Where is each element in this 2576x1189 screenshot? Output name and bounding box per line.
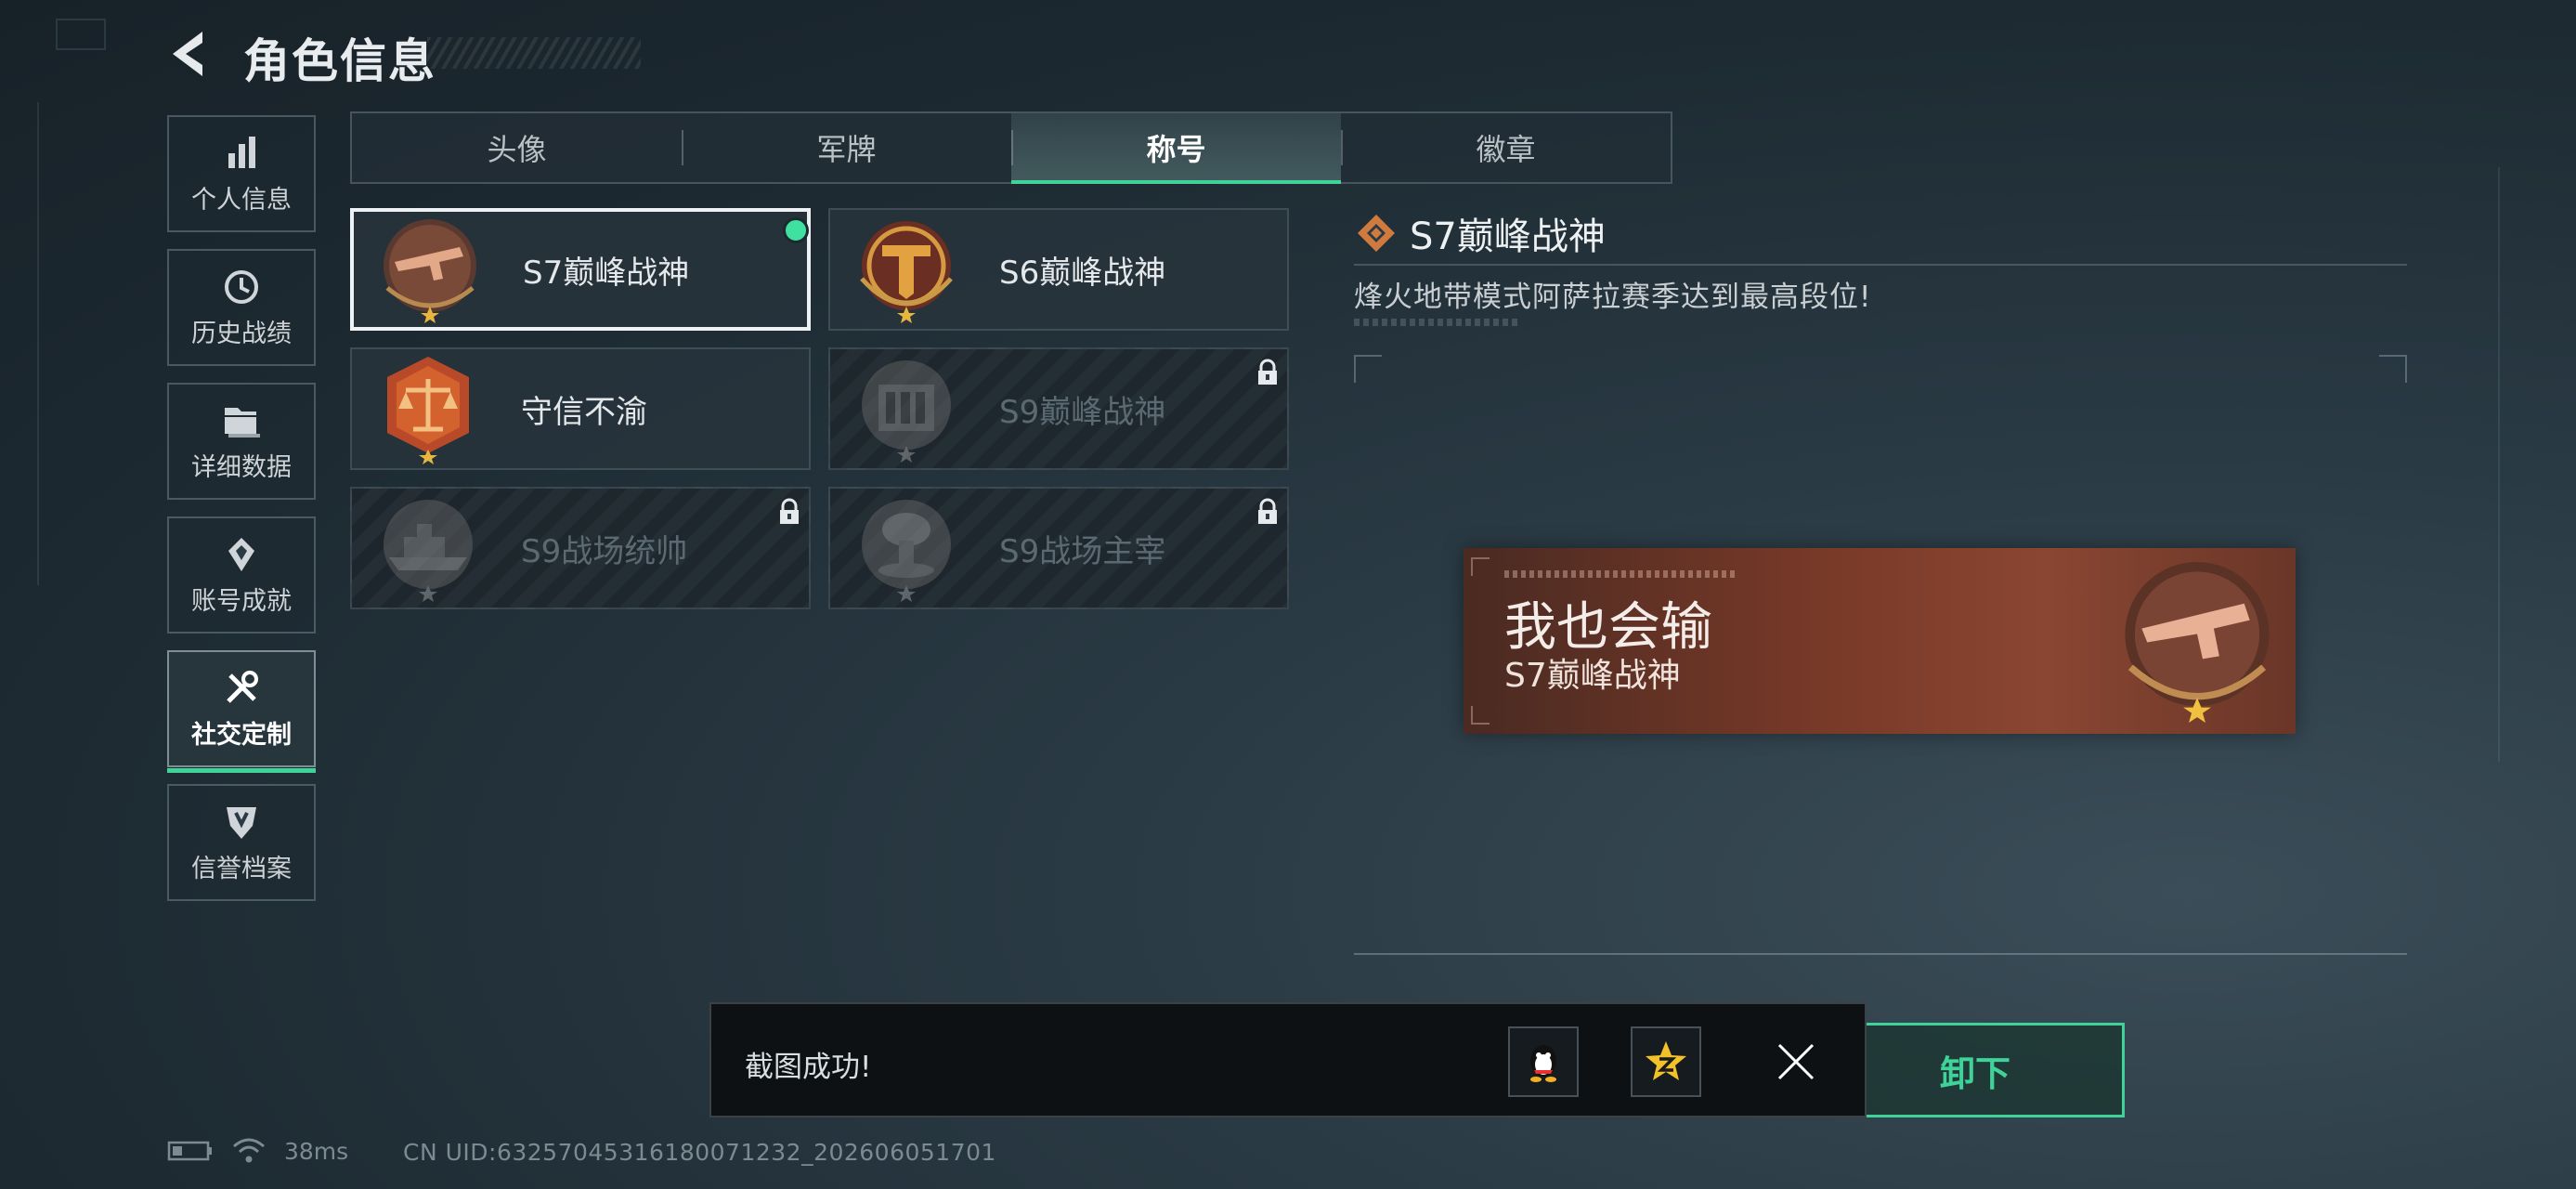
wifi-icon: [233, 1138, 265, 1163]
title-decoration: [427, 37, 641, 69]
share-qzone-button[interactable]: [1631, 1026, 1701, 1097]
detail-bottom-divider: [1354, 953, 2407, 955]
sidebar-item-label: 详细数据: [191, 452, 292, 482]
screenshot-toast: 截图成功!: [709, 1002, 1867, 1117]
qq-penguin-icon: [1530, 1045, 1556, 1082]
uid-label: CN UID:6325704531618007123​2_20260605170…: [403, 1139, 996, 1166]
sidebar-item-label: 历史战绩: [191, 319, 292, 348]
sidebar-item-social-custom[interactable]: 社交定制: [167, 650, 316, 773]
title-item-s7-peak[interactable]: S7巅峰战神: [350, 208, 811, 331]
preview-title: S7巅峰战神: [1504, 657, 1681, 695]
sidebar-item-personal-info[interactable]: 个人信息: [167, 115, 316, 232]
toast-message: 截图成功!: [745, 1051, 872, 1084]
back-arrow-icon[interactable]: [165, 28, 221, 80]
tab-dog-tag[interactable]: 军牌: [682, 113, 1011, 182]
share-qq-button[interactable]: [1508, 1026, 1579, 1097]
status-bar: 38ms: [167, 1137, 348, 1165]
sidebar-item-label: 社交定制: [191, 720, 292, 750]
s9-mushroom-cloud-badge-icon: [862, 500, 951, 602]
category-tabs: 头像 军牌 称号 徽章: [350, 111, 1672, 184]
title-preview-card: 我也会输 S7巅峰战神: [1464, 548, 2296, 734]
achievement-icon: [228, 537, 254, 571]
sidebar-item-detailed-data[interactable]: 详细数据: [167, 383, 316, 500]
title-name: S6巅峰战神: [999, 254, 1166, 292]
s7-rifle-badge-icon: [384, 219, 476, 323]
sidebar-item-label: 信誉档案: [191, 854, 292, 883]
sidebar-item-label: 个人信息: [191, 185, 292, 215]
title-name: S9巅峰战神: [999, 393, 1166, 431]
sidebar-item-achievements[interactable]: 账号成就: [167, 516, 316, 634]
tools-icon: [227, 670, 258, 703]
equipped-indicator-icon: [783, 217, 809, 243]
title-item-keep-faith[interactable]: 守信不渝: [350, 347, 811, 470]
close-icon[interactable]: [1776, 1041, 1816, 1082]
ping-value: 38ms: [284, 1137, 349, 1165]
page-title: 角色信息: [243, 34, 436, 88]
title-item-s6-peak[interactable]: S6巅峰战神: [828, 208, 1289, 331]
folder-icon: [225, 407, 260, 438]
tab-avatar[interactable]: 头像: [352, 113, 682, 182]
detail-header: S7巅峰战神: [1356, 206, 1606, 260]
sidebar-item-credit-record[interactable]: 信誉档案: [167, 784, 316, 901]
s7-rifle-badge-icon: [2125, 561, 2270, 724]
lock-icon: [1258, 359, 1277, 385]
title-name: S9战场主宰: [999, 532, 1166, 570]
bar-chart-icon: [228, 136, 255, 168]
detail-divider: [1354, 264, 2407, 266]
diamond-icon: [1358, 215, 1395, 252]
lock-icon: [780, 498, 799, 524]
lock-icon: [1258, 498, 1277, 524]
qzone-star-icon: [1646, 1041, 1686, 1080]
battery-icon: [167, 1141, 212, 1161]
tab-title[interactable]: 称号: [1011, 113, 1341, 184]
sidebar-item-history[interactable]: 历史战绩: [167, 249, 316, 366]
title-name: S7巅峰战神: [523, 254, 690, 292]
credit-shield-icon: [227, 806, 256, 839]
title-name: S9战场统帅: [521, 532, 688, 570]
detail-decoration: [1354, 319, 1521, 326]
detail-title: S7巅峰战神: [1410, 216, 1606, 258]
s9-fortress-badge-icon: [862, 360, 951, 463]
scales-justice-badge-icon: [387, 357, 469, 464]
card-decoration: [1504, 570, 1737, 578]
title-item-s9-commander[interactable]: S9战场统帅: [350, 487, 811, 609]
title-item-s9-peak[interactable]: S9巅峰战神: [828, 347, 1289, 470]
sidebar-item-label: 账号成就: [191, 586, 292, 616]
history-clock-icon: [225, 269, 258, 304]
title-item-s9-dominator[interactable]: S9战场主宰: [828, 487, 1289, 609]
detail-description: 烽火地带模式阿萨拉赛季达到最高段位!: [1354, 281, 1872, 314]
s6-t-emblem-badge-icon: [860, 221, 953, 323]
title-name: 守信不渝: [521, 393, 647, 431]
tab-badge[interactable]: 徽章: [1341, 113, 1671, 182]
s9-warship-badge-icon: [384, 500, 473, 602]
